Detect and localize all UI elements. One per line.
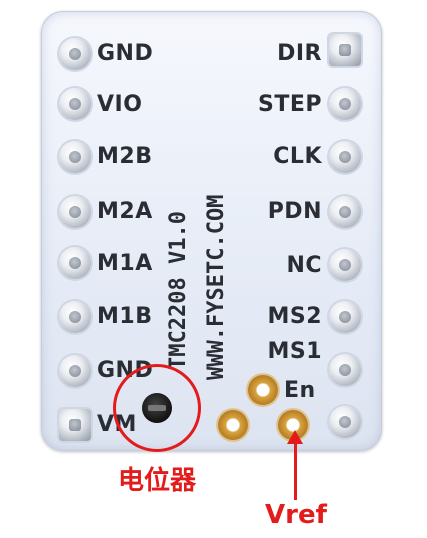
pin-label-left: M1A [97, 251, 153, 276]
pin-label-left: GND [97, 41, 154, 66]
pad-right-8 [329, 406, 361, 438]
pad-right-1 [329, 34, 361, 66]
gold-pad-left [218, 410, 248, 440]
pin-label-right: MS1 [267, 339, 322, 364]
pad-left-3 [59, 141, 91, 173]
pin-label-right: CLK [273, 144, 322, 169]
pin-label-right: PDN [267, 199, 322, 224]
pin-label-left: M2A [97, 199, 153, 224]
potentiometer-highlight-circle [113, 364, 201, 452]
en-label: En [284, 378, 316, 403]
pad-left-7 [59, 355, 91, 387]
vref-arrow-line [294, 436, 297, 500]
pad-left-6 [59, 301, 91, 333]
pin-label-right: DIR [277, 41, 322, 66]
pad-left-2 [59, 88, 91, 120]
pad-right-5 [329, 249, 361, 281]
pin-label-left: M2B [97, 144, 153, 169]
pin-label-right: NC [286, 253, 322, 278]
pad-left-1 [59, 38, 91, 70]
pin-label-right: STEP [257, 92, 322, 117]
vref-annotation: Vref [265, 500, 327, 530]
pin-label-left: M1B [97, 304, 153, 329]
pin-label-right: MS2 [267, 304, 322, 329]
pad-left-8 [59, 409, 91, 441]
vref-arrow-head [287, 430, 303, 444]
board-photo: GND VIO M2B M2A M1A M1B GND VM DIR STEP … [0, 0, 427, 538]
pad-left-4 [59, 196, 91, 228]
pad-left-5 [59, 247, 91, 279]
pin-label-left: VIO [97, 92, 143, 117]
potentiometer-annotation: 电位器 [118, 466, 197, 496]
pad-right-6 [329, 301, 361, 333]
gold-pad-upper [248, 375, 278, 405]
pad-right-2 [329, 88, 361, 120]
pad-right-3 [329, 141, 361, 173]
board-url-text: WWW.FYSETC.COM [204, 194, 229, 380]
pad-right-7 [329, 354, 361, 386]
board-model-text: TMC2208 V1.0 [166, 211, 191, 370]
pad-right-4 [329, 196, 361, 228]
